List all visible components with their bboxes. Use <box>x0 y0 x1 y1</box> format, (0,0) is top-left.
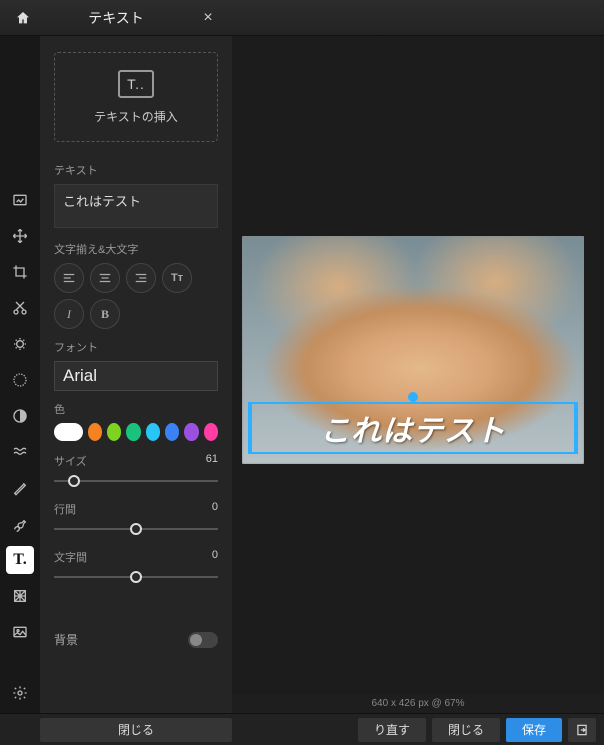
letter-spacing-label: 文字間 <box>54 549 87 565</box>
resize-handle-right[interactable] <box>574 402 578 454</box>
color-swatch[interactable] <box>184 423 198 441</box>
italic-button[interactable]: I <box>54 299 84 329</box>
redo-button[interactable]: り直す <box>358 718 426 742</box>
tool-filter-icon[interactable] <box>6 402 34 430</box>
size-label: サイズ <box>54 453 87 469</box>
size-value: 61 <box>206 453 218 469</box>
bottom-bar: 閉じる り直す 閉じる 保存 <box>0 713 604 745</box>
text-content-input[interactable] <box>54 184 218 228</box>
line-height-slider[interactable] <box>54 521 218 537</box>
letter-spacing-slider[interactable] <box>54 569 218 585</box>
text-insert-icon: T.. <box>118 70 154 98</box>
settings-gear-icon[interactable] <box>6 679 34 707</box>
text-panel: T.. テキストの挿入 テキスト 文字揃え&大文字 Tт I B フォント 色 … <box>40 36 232 713</box>
line-height-label: 行間 <box>54 501 76 517</box>
color-swatch[interactable] <box>146 423 160 441</box>
tool-move-icon[interactable] <box>6 222 34 250</box>
color-swatch[interactable] <box>54 423 83 441</box>
background-label: 背景 <box>54 631 78 648</box>
tool-draw-icon[interactable] <box>6 510 34 538</box>
canvas-info: 640 x 426 px @ 67% <box>232 694 604 713</box>
home-icon[interactable] <box>10 5 36 31</box>
canvas-area: これはテスト 640 x 426 px @ 67% <box>232 36 604 713</box>
text-section-label: テキスト <box>54 162 218 178</box>
tool-strip: T. <box>0 36 40 713</box>
tool-crop-icon[interactable] <box>6 258 34 286</box>
overlay-text: これはテスト <box>320 406 506 450</box>
color-swatch[interactable] <box>126 423 140 441</box>
tool-pattern-icon[interactable] <box>6 582 34 610</box>
color-swatch[interactable] <box>165 423 179 441</box>
tool-liquify-icon[interactable] <box>6 438 34 466</box>
uppercase-button[interactable]: Tт <box>162 263 192 293</box>
size-slider[interactable] <box>54 473 218 489</box>
align-section-label: 文字揃え&大文字 <box>54 241 218 257</box>
tool-effects-icon[interactable] <box>6 366 34 394</box>
background-toggle[interactable] <box>188 632 218 648</box>
insert-text-label: テキストの挿入 <box>94 108 178 125</box>
insert-text-button[interactable]: T.. テキストの挿入 <box>54 52 218 142</box>
align-center-button[interactable] <box>90 263 120 293</box>
tool-image-insert-icon[interactable] <box>6 618 34 646</box>
font-section-label: フォント <box>54 339 218 355</box>
text-overlay-selection[interactable]: これはテスト <box>250 402 576 454</box>
panel-title: テキスト <box>36 8 196 28</box>
tool-heal-icon[interactable] <box>6 474 34 502</box>
resize-handle-left[interactable] <box>248 402 252 454</box>
tool-cut-icon[interactable] <box>6 294 34 322</box>
color-section-label: 色 <box>54 401 218 417</box>
tool-adjust-icon[interactable] <box>6 330 34 358</box>
font-select[interactable] <box>54 361 218 391</box>
save-button[interactable]: 保存 <box>506 718 562 742</box>
color-swatch[interactable] <box>107 423 121 441</box>
color-swatch[interactable] <box>204 423 218 441</box>
canvas-image[interactable]: これはテスト <box>242 236 584 464</box>
bold-button[interactable]: B <box>90 299 120 329</box>
line-height-value: 0 <box>212 501 218 517</box>
close-button[interactable]: 閉じる <box>432 718 500 742</box>
close-icon[interactable]: × <box>196 9 220 27</box>
tool-text-icon[interactable]: T. <box>6 546 34 574</box>
color-swatch[interactable] <box>88 423 102 441</box>
color-swatches <box>54 423 218 441</box>
align-right-button[interactable] <box>126 263 156 293</box>
panel-close-button[interactable]: 閉じる <box>40 718 232 742</box>
align-left-button[interactable] <box>54 263 84 293</box>
letter-spacing-value: 0 <box>212 549 218 565</box>
rotate-handle-icon[interactable] <box>408 392 418 402</box>
tool-image-icon[interactable] <box>6 186 34 214</box>
export-icon[interactable] <box>568 718 596 742</box>
